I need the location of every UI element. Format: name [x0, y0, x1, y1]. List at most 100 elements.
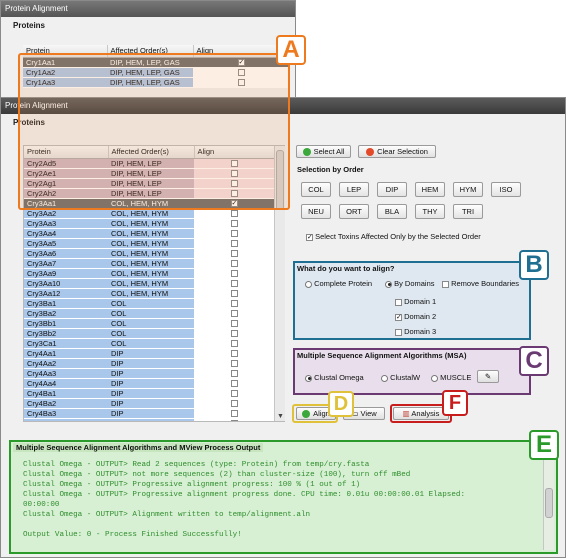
output-scrollbar[interactable]: [543, 458, 554, 550]
only-selected-order-checkbox[interactable]: [306, 233, 313, 241]
table-row[interactable]: Cry4Aa3 DIP: [24, 368, 274, 379]
clustalw-radio[interactable]: [381, 374, 388, 382]
order-button-iso[interactable]: ISO: [491, 182, 521, 197]
msa-group: Multiple Sequence Alignment Algorithms (…: [293, 348, 531, 395]
align-checkbox[interactable]: [230, 250, 238, 257]
complete-protein-option[interactable]: Complete Protein: [305, 279, 372, 288]
protein-cell: Cry3Aa10: [24, 278, 108, 289]
table-row[interactable]: Cry3Aa12 COL, HEM, HYM: [24, 288, 274, 299]
table-row[interactable]: Cry3Bb1 COL: [24, 318, 274, 329]
callout-a-box: [18, 53, 290, 210]
align-checkbox[interactable]: [230, 330, 238, 337]
order-button-bla[interactable]: BLA: [377, 204, 407, 219]
domain-1-option[interactable]: Domain 1: [395, 297, 436, 306]
table-row[interactable]: Cry3Aa4 COL, HEM, HYM: [24, 228, 274, 239]
table-row[interactable]: Cry3Ba1 COL: [24, 298, 274, 309]
select-all-button[interactable]: Select All: [296, 145, 351, 158]
align-checkbox[interactable]: [230, 230, 238, 237]
align-checkbox[interactable]: [230, 410, 238, 417]
align-target-group: What do you want to align? Complete Prot…: [293, 261, 531, 340]
muscle-option[interactable]: MUSCLE: [431, 373, 471, 382]
table-row[interactable]: Cry3Ca1 COL: [24, 338, 274, 349]
align-cell: [194, 248, 274, 259]
complete-protein-radio[interactable]: [305, 280, 312, 288]
table-row[interactable]: Cry3Aa6 COL, HEM, HYM: [24, 248, 274, 259]
align-checkbox[interactable]: [230, 220, 238, 227]
table-row[interactable]: Cry3Aa3 COL, HEM, HYM: [24, 218, 274, 229]
order-button-neu[interactable]: NEU: [301, 204, 331, 219]
output-scrollbar-thumb[interactable]: [545, 488, 553, 518]
align-checkbox[interactable]: [230, 260, 238, 267]
table-row[interactable]: Cry3Bb2 COL: [24, 328, 274, 339]
align-cell: [194, 218, 274, 229]
order-button-col[interactable]: COL: [301, 182, 331, 197]
table-row[interactable]: Cry4Aa4 DIP: [24, 378, 274, 389]
order-button-lep[interactable]: LEP: [339, 182, 369, 197]
order-button-thy[interactable]: THY: [415, 204, 445, 219]
order-button-hem[interactable]: HEM: [415, 182, 445, 197]
align-checkbox[interactable]: [230, 420, 238, 421]
align-checkbox[interactable]: [230, 240, 238, 247]
table-row[interactable]: Cry3Aa5 COL, HEM, HYM: [24, 238, 274, 249]
orders-cell: COL, HEM, HYM: [108, 248, 194, 259]
order-button-ort[interactable]: ORT: [339, 204, 369, 219]
table-row[interactable]: Cry4Ba1 DIP: [24, 388, 274, 399]
align-checkbox[interactable]: [230, 270, 238, 277]
remove-boundaries-option[interactable]: Remove Boundaries: [442, 279, 519, 288]
table-row[interactable]: Cry4Ba3 DIP: [24, 408, 274, 419]
muscle-radio[interactable]: [431, 374, 438, 382]
align-checkbox[interactable]: [230, 210, 238, 217]
align-checkbox[interactable]: [230, 370, 238, 377]
scroll-down-icon[interactable]: ▼: [277, 413, 284, 420]
domain-2-checkbox[interactable]: [395, 313, 402, 321]
callout-a-label: A: [276, 35, 306, 65]
output-line: Clustal Omega - OUTPUT> Read 2 sequences…: [23, 461, 370, 469]
align-checkbox[interactable]: [230, 340, 238, 347]
align-checkbox[interactable]: [230, 300, 238, 307]
orders-cell: DIP: [108, 378, 194, 389]
domain-1-checkbox[interactable]: [395, 298, 402, 306]
align-checkbox[interactable]: [230, 280, 238, 287]
orders-cell: COL: [108, 308, 194, 319]
clear-selection-button[interactable]: Clear Selection: [358, 145, 436, 158]
order-button-hym[interactable]: HYM: [453, 182, 483, 197]
clustalw-option[interactable]: ClustalW: [381, 373, 420, 382]
clustal-omega-radio[interactable]: [305, 374, 312, 382]
output-line: Clustal Omega - OUTPUT> Alignment writte…: [23, 511, 311, 519]
by-domains-option[interactable]: By Domains: [385, 279, 435, 288]
align-cell: [194, 348, 274, 359]
orders-cell: COL: [108, 318, 194, 329]
by-domains-radio[interactable]: [385, 280, 392, 288]
order-button-tri[interactable]: TRI: [453, 204, 483, 219]
table-row[interactable]: Cry3Aa7 COL, HEM, HYM: [24, 258, 274, 269]
align-checkbox[interactable]: [230, 290, 238, 297]
align-checkbox[interactable]: [230, 400, 238, 407]
align-cell: [194, 328, 274, 339]
table-row[interactable]: Cry4Ba2 DIP: [24, 398, 274, 409]
remove-boundaries-checkbox[interactable]: [442, 280, 449, 288]
align-checkbox[interactable]: [230, 350, 238, 357]
order-button-dip[interactable]: DIP: [377, 182, 407, 197]
align-checkbox[interactable]: [230, 320, 238, 327]
table-row[interactable]: Cry3Aa10 COL, HEM, HYM: [24, 278, 274, 289]
only-selected-order-row[interactable]: Select Toxins Affected Only by the Selec…: [306, 232, 481, 241]
protein-cell: Cry4Ba1: [24, 388, 108, 399]
align-cell: [194, 368, 274, 379]
table-row[interactable]: Cry3Ba2 COL: [24, 308, 274, 319]
clustal-omega-option[interactable]: Clustal Omega: [305, 373, 364, 382]
align-checkbox[interactable]: [230, 390, 238, 397]
edit-msa-button[interactable]: ✎: [477, 370, 499, 383]
output-line: Clustal Omega - OUTPUT> not more sequenc…: [23, 471, 411, 479]
align-checkbox[interactable]: [230, 310, 238, 317]
table-row[interactable]: Cry4Aa2 DIP: [24, 358, 274, 369]
table-row[interactable]: Cry4Aa1 DIP: [24, 348, 274, 359]
domain-3-checkbox[interactable]: [395, 328, 402, 336]
table-row[interactable]: Cry4Ba4DIP: [24, 418, 274, 421]
align-checkbox[interactable]: [230, 380, 238, 387]
domain-2-option[interactable]: Domain 2: [395, 312, 436, 321]
selection-by-order-title: Selection by Order: [297, 165, 364, 174]
align-checkbox[interactable]: [230, 360, 238, 367]
domain-3-option[interactable]: Domain 3: [395, 327, 436, 336]
output-log[interactable]: Clustal Omega - OUTPUT> Read 2 sequences…: [23, 460, 539, 548]
table-row[interactable]: Cry3Aa9 COL, HEM, HYM: [24, 268, 274, 279]
